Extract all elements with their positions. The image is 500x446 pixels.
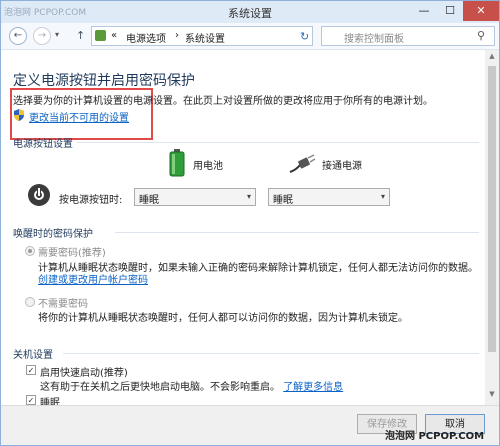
search-icon[interactable]: ⚲ <box>477 29 485 42</box>
maximize-button[interactable]: ☐ <box>437 1 463 21</box>
fast-startup-description-text: 这有助于在关机之后更快地启动电脑。不会影响重启。 <box>40 382 280 393</box>
vertical-scrollbar[interactable]: ▲ ▼ <box>485 50 499 405</box>
navigation-bar: ← → ▾ ↑ « 电源选项 › 系统设置 ▾ ↻ 搜索控制面板 ⚲ <box>1 23 499 50</box>
page-description: 选择要为你的计算机设置的电源设置。在此页上对设置所做的更改将应用于你所有的电源计… <box>13 96 433 107</box>
up-button[interactable]: ↑ <box>76 29 85 42</box>
breadcrumb-separator[interactable]: › <box>175 30 179 41</box>
search-input[interactable]: 搜索控制面板 <box>344 30 404 45</box>
forward-button[interactable]: → <box>33 27 51 45</box>
close-button[interactable]: ✕ <box>463 1 499 21</box>
fast-startup-checkbox[interactable]: ✓ <box>26 365 36 375</box>
ac-power-column-label: 接通电源 <box>322 161 362 172</box>
back-button[interactable]: ← <box>9 27 27 45</box>
minimize-button[interactable]: — <box>411 1 437 21</box>
section-divider <box>115 232 479 233</box>
shutdown-section-heading: 关机设置 <box>13 350 53 361</box>
sleep-label[interactable]: 睡眠 <box>40 394 60 405</box>
battery-column-label: 用电池 <box>193 161 223 172</box>
power-button-section-heading: 电源按钮设置 <box>13 139 73 150</box>
sleep-checkbox[interactable]: ✓ <box>26 395 36 405</box>
system-settings-window: 泡泡网 PCPOP.COM 系统设置 — ☐ ✕ ← → ▾ ↑ « 电源选项 … <box>0 0 500 446</box>
refresh-icon[interactable]: ↻ <box>300 30 309 43</box>
no-password-radio[interactable] <box>25 297 35 307</box>
power-button-icon <box>28 184 50 206</box>
section-divider <box>63 353 479 354</box>
battery-icon <box>169 149 185 177</box>
change-unavailable-settings-link[interactable]: 更改当前不可用的设置 <box>29 109 129 124</box>
fast-startup-description: 这有助于在关机之后更快地启动电脑。不会影响重启。 了解更多信息 <box>40 378 343 393</box>
power-plug-icon <box>289 154 316 173</box>
ac-power-button-value: 睡眠 <box>273 195 293 206</box>
control-panel-icon <box>95 30 106 41</box>
watermark-bottom: 泡泡网 PCPOP.COM <box>385 431 485 442</box>
page-title: 定义电源按钮并启用密码保护 <box>13 73 195 89</box>
section-divider <box>77 142 479 143</box>
no-password-label[interactable]: 不需要密码 <box>38 295 88 310</box>
main-content: 定义电源按钮并启用密码保护 选择要为你的计算机设置的电源设置。在此页上对设置所做… <box>1 50 485 405</box>
account-password-link[interactable]: 创建或更改用户帐户密码 <box>38 271 148 286</box>
breadcrumb-power-options[interactable]: 电源选项 <box>126 30 166 45</box>
chevron-down-icon: ▾ <box>380 192 385 201</box>
recent-locations-dropdown[interactable]: ▾ <box>55 30 59 39</box>
press-power-button-label: 按电源按钮时: <box>59 195 123 206</box>
address-bar[interactable]: « 电源选项 › 系统设置 ▾ <box>91 26 383 46</box>
uac-shield-icon <box>14 109 24 121</box>
search-box[interactable]: 搜索控制面板 ⚲ <box>321 26 495 46</box>
no-password-description: 将你的计算机从睡眠状态唤醒时，任何人都可以访问你的数据，因为计算机未锁定。 <box>38 313 408 324</box>
ac-power-button-select[interactable]: 睡眠 ▾ <box>268 188 390 206</box>
chevron-down-icon: ▾ <box>246 192 251 201</box>
breadcrumb-overflow[interactable]: « <box>111 30 117 41</box>
scroll-down-icon[interactable]: ▼ <box>485 390 499 398</box>
require-password-radio[interactable] <box>25 246 35 256</box>
battery-power-button-select[interactable]: 睡眠 ▾ <box>134 188 256 206</box>
learn-more-link[interactable]: 了解更多信息 <box>283 382 343 393</box>
breadcrumb-system-settings[interactable]: 系统设置 <box>185 30 225 45</box>
require-password-label[interactable]: 需要密码(推荐) <box>38 244 106 259</box>
scroll-up-icon[interactable]: ▲ <box>485 52 499 60</box>
scrollbar-thumb[interactable] <box>488 66 496 352</box>
password-section-heading: 唤醒时的密码保护 <box>13 229 93 240</box>
title-bar[interactable]: 泡泡网 PCPOP.COM 系统设置 — ☐ ✕ <box>1 1 499 23</box>
battery-power-button-value: 睡眠 <box>139 195 159 206</box>
fast-startup-label[interactable]: 启用快速启动(推荐) <box>40 364 128 379</box>
